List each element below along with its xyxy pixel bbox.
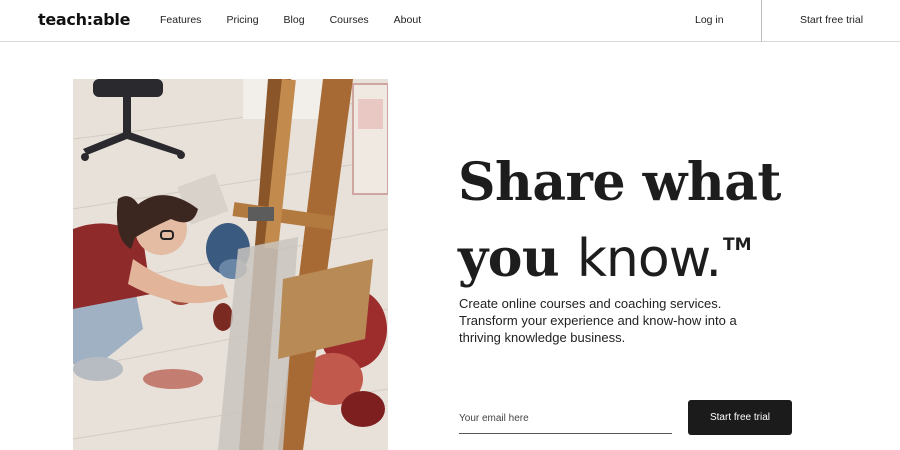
hero-subcopy: Create online courses and coaching servi…	[459, 295, 789, 346]
teachable-logo[interactable]: teach:able	[38, 10, 130, 29]
nav-link-courses[interactable]: Courses	[330, 14, 369, 26]
nav-link-features[interactable]: Features	[160, 14, 201, 26]
headline-word-you: you	[458, 228, 577, 289]
subcopy-line: Transform your experience and know-how i…	[459, 313, 737, 328]
main-nav: Features Pricing Blog Courses About	[160, 14, 446, 26]
headline-word-know: know.	[576, 229, 722, 289]
subcopy-line: Create online courses and coaching servi…	[459, 296, 722, 311]
artist-painting-illustration	[73, 79, 388, 450]
nav-link-about[interactable]: About	[394, 14, 421, 26]
subcopy-line: thriving knowledge business.	[459, 330, 626, 345]
hero-headline: Share what you know. TM	[458, 152, 878, 290]
header-divider	[761, 0, 762, 42]
header-start-trial-link[interactable]: Start free trial	[800, 14, 863, 26]
top-nav-bar: teach:able Features Pricing Blog Courses…	[0, 0, 900, 42]
nav-link-blog[interactable]: Blog	[284, 14, 305, 26]
start-free-trial-button[interactable]: Start free trial	[688, 400, 792, 435]
headline-line-1: Share what	[458, 152, 781, 213]
hero-photo-artist-painting	[73, 79, 388, 450]
nav-link-pricing[interactable]: Pricing	[226, 14, 258, 26]
login-link[interactable]: Log in	[695, 14, 724, 26]
trademark-symbol: TM	[722, 235, 752, 255]
email-input[interactable]	[459, 404, 672, 434]
headline-line-2: you know. TM	[458, 214, 878, 290]
